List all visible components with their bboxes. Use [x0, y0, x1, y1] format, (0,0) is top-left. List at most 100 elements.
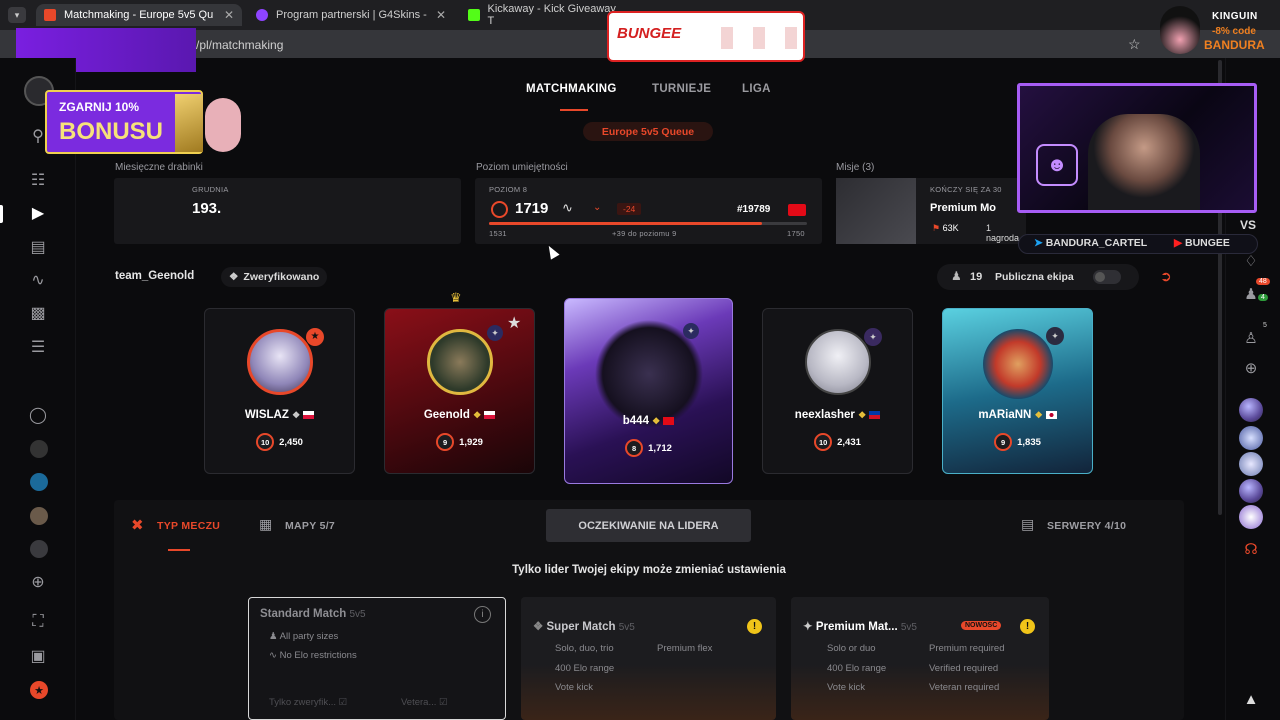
verified-check-icon: ❖ — [229, 271, 239, 283]
mode-title: ❖ Super Match 5v5 — [533, 621, 635, 633]
play-icon[interactable]: ▶ — [28, 203, 48, 223]
mode-perk: Premium flex — [657, 643, 713, 654]
watch-icon[interactable]: ▩ — [28, 303, 48, 323]
find-players-icon[interactable]: ☷ — [28, 170, 48, 190]
queue-name-badge: Europe 5v5 Queue — [583, 122, 713, 141]
mission-knife-image — [836, 178, 916, 244]
player-avatar — [246, 329, 313, 395]
youtube-icon: ▶ — [1174, 237, 1185, 249]
kinguin-sponsor: KINGUIN -8% code BANDURA — [1150, 4, 1278, 56]
elo-value: 1719 — [515, 200, 549, 217]
player-elo: 9 1,835 — [943, 433, 1092, 451]
super-match-card[interactable]: ❖ Super Match 5v5 ! Solo, duo, trio 400 … — [521, 597, 776, 720]
standard-match-card[interactable]: Standard Match 5v5 i ♟ All party sizes ∿… — [248, 597, 506, 720]
player-elo: 9 1,929 — [385, 433, 534, 451]
mission-ends-text: KOŃCZY SIĘ ZA 30 — [930, 185, 1002, 194]
friend-avatar[interactable] — [1239, 479, 1263, 503]
warning-icon[interactable]: ! — [1020, 619, 1035, 634]
elo-icon: ∿ — [269, 650, 280, 661]
mode-title: ✦ Premium Mat... 5v5 — [803, 621, 917, 633]
close-icon[interactable]: ✕ — [224, 8, 234, 22]
skill-level-panel[interactable]: POZIOM 8 1719 ∿ ⌄ -24 #19789 1531 +39 do… — [475, 178, 822, 244]
mode-title: Standard Match 5v5 — [260, 608, 366, 620]
tab-list-button[interactable]: ▾ — [8, 7, 26, 23]
player-card[interactable]: ✦ mARiaNN ❖ 9 1,835 — [942, 308, 1093, 474]
bungee-sponsor-banner: BUNGEE — [607, 11, 805, 62]
warning-icon[interactable]: ! — [747, 619, 762, 634]
mode-rule: Solo, duo, trio — [555, 643, 614, 654]
mission-panel[interactable]: KOŃCZY SIĘ ZA 30 Premium Mo ⚑ 63K 1 nagr… — [836, 178, 1026, 244]
player-card[interactable]: ✦ ★ Geenold ❖ 9 1,929 — [384, 308, 535, 474]
tab-turnieje[interactable]: TURNIEJE — [652, 83, 711, 95]
flag-jp-icon — [1045, 410, 1057, 419]
premium-match-card[interactable]: ✦ Premium Mat... 5v5 NOWOŚĆ ! Solo or du… — [791, 597, 1049, 720]
tab-match-type[interactable]: TYP MECZU — [157, 520, 220, 532]
mode-rule: ♟ All party sizes — [269, 631, 339, 642]
friend-avatar[interactable] — [1239, 452, 1263, 476]
mode-rule: Solo or duo — [827, 643, 876, 654]
player-avatar — [426, 329, 493, 395]
mouse-cursor-icon — [544, 243, 560, 260]
super-icon: ❖ — [533, 621, 547, 633]
tab-matchmaking[interactable]: Matchmaking - Europe 5v5 Qu ✕ — [36, 4, 242, 26]
shop-icon[interactable]: ★ — [30, 681, 48, 699]
close-icon[interactable]: ✕ — [436, 8, 446, 22]
friend-avatar[interactable] — [1239, 505, 1263, 529]
tab-maps[interactable]: MAPY 5/7 — [285, 520, 335, 532]
club-avatar[interactable] — [30, 507, 48, 525]
player-card[interactable]: ✦ b444 ❖ 8 1,712 — [564, 298, 733, 484]
tab-matchmaking-nav[interactable]: MATCHMAKING — [526, 83, 617, 95]
add-club-icon[interactable]: ⊕ — [28, 572, 48, 592]
player-elo: 10 2,431 — [763, 433, 912, 451]
tab-servers[interactable]: SERWERY 4/10 — [1047, 520, 1126, 532]
party-icon[interactable]: ♙ — [1240, 327, 1262, 349]
stats-icon[interactable]: ∿ — [28, 270, 48, 290]
player-name: Geenold ❖ — [385, 409, 534, 421]
club-avatar[interactable] — [30, 540, 48, 558]
flag-tr-icon — [663, 416, 675, 425]
veteran-only-toggle[interactable]: Vetera... ☑ — [401, 697, 448, 708]
friend-avatar[interactable] — [1239, 398, 1263, 422]
url-text[interactable]: /pl/matchmaking — [196, 38, 283, 52]
monthly-rank: 193. — [192, 200, 222, 217]
leaderboard-icon[interactable]: ▤ — [28, 237, 48, 257]
elo-change-badge: -24 — [617, 203, 642, 215]
global-rank: #19789 — [737, 204, 771, 215]
youtube-handle: ▶ BUNGEE — [1174, 237, 1230, 249]
player-card[interactable]: ✦ neexlasher ❖ 10 2,431 — [762, 308, 913, 474]
scan-icon[interactable]: ⛶ — [28, 612, 48, 632]
waiting-for-leader-button[interactable]: OCZEKIWANIE NA LIDERA — [546, 509, 751, 542]
skill-level-label: Poziom umiejętności — [476, 162, 568, 173]
support-headset-icon[interactable]: ☊ — [1240, 538, 1262, 560]
friend-avatar[interactable] — [1239, 426, 1263, 450]
kinguin-logo: KINGUIN — [1212, 11, 1258, 22]
kinguin-code-name: BANDURA — [1204, 38, 1265, 52]
verified-only-toggle[interactable]: Tylko zweryfik... ☑ — [269, 697, 347, 708]
faceit-logo-icon[interactable]: ▲ — [1240, 688, 1262, 710]
inventory-icon[interactable]: ▣ — [28, 646, 48, 666]
feed-icon[interactable]: ☰ — [28, 337, 48, 357]
public-team-toggle[interactable] — [1093, 270, 1121, 284]
player-name: mARiaNN ❖ — [943, 409, 1092, 421]
bookmark-star-icon[interactable]: ☆ — [1128, 36, 1141, 53]
knife-image — [175, 94, 203, 152]
streamer-webcam: ☻ — [1017, 83, 1257, 213]
elo-to-next-level: +39 do poziomu 9 — [612, 229, 677, 238]
team-name: team_Geenold — [115, 270, 195, 282]
star-badge-icon: ★ — [507, 315, 522, 332]
info-icon[interactable]: i — [474, 606, 491, 623]
monthly-ladder-panel[interactable]: GRUDNIA 193. — [114, 178, 461, 244]
clubs-icon[interactable]: ◯ — [28, 405, 48, 425]
player-card[interactable]: ★ WISLAZ ❖ 10 2,450 — [204, 308, 355, 474]
tab-kickaway[interactable]: Kickaway - Kick Giveaway T — [460, 3, 620, 27]
club-avatar[interactable] — [30, 473, 48, 491]
points-icon: ⚑ — [932, 223, 943, 233]
tab-g4skins[interactable]: Program partnerski | G4Skins - ✕ — [248, 4, 454, 26]
club-avatar[interactable] — [30, 440, 48, 458]
verified-icon: ❖ — [292, 410, 301, 420]
leave-team-icon[interactable]: ➲ — [1160, 268, 1172, 285]
tab-liga[interactable]: LIGA — [742, 83, 771, 95]
add-friend-icon[interactable]: ⊕ — [1240, 357, 1262, 379]
trend-icon: ∿ — [562, 200, 573, 215]
mode-rule: Vote kick — [827, 682, 866, 693]
